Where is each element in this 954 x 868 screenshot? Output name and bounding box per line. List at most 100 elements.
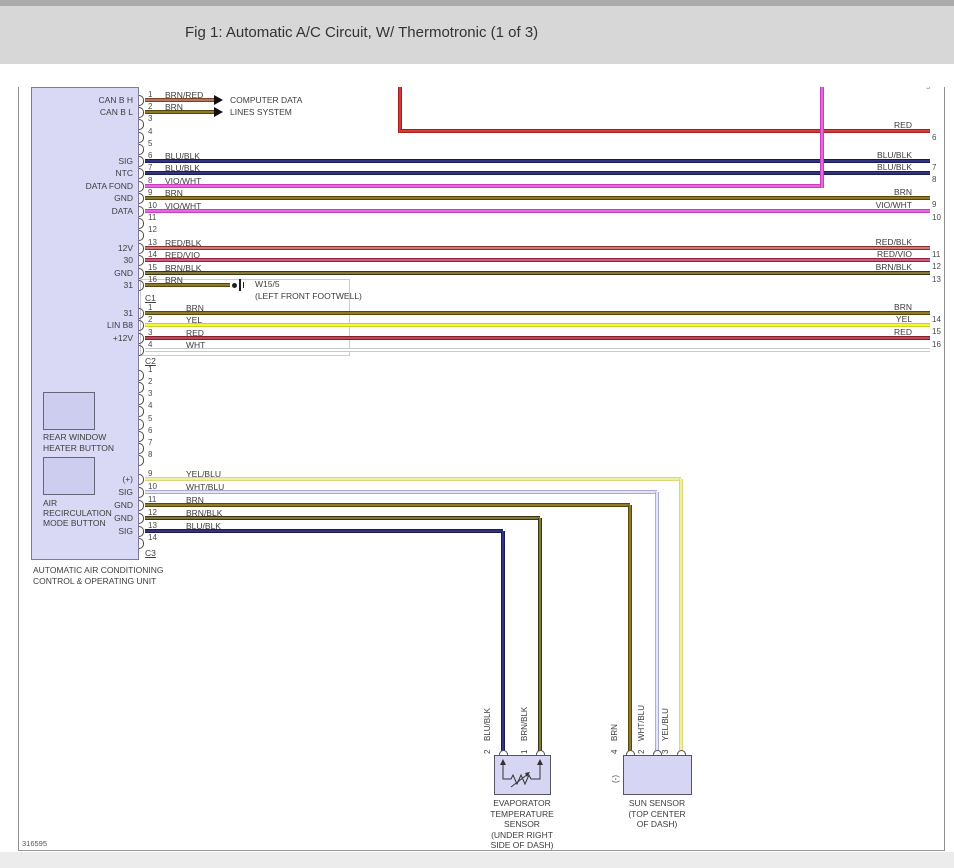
sensor-wire-label: BLU/BLK [483, 708, 492, 741]
evaporator-sensor-box [494, 755, 551, 795]
wire-c1-p8 [145, 184, 822, 188]
pin-number: 7 [148, 438, 152, 448]
wire-c2-p2 [145, 323, 930, 327]
sensor-caption-line: SENSOR [504, 819, 540, 830]
right-pin-number: 16 [932, 340, 941, 350]
connector-label-c1: C1 [145, 293, 156, 303]
rear-window-heater-button-label: REAR WINDOW [43, 432, 106, 442]
right-pin-number: 13 [932, 275, 941, 285]
sensor-wire-label: BRN/BLK [520, 707, 529, 741]
wire-c3-p12 [538, 518, 542, 757]
ground-symbol-bar [243, 282, 244, 288]
sensor-wire-label: WHT/BLU [637, 705, 646, 741]
wire-color-label-right: RED [894, 120, 912, 130]
wire-color-label: RED [186, 328, 204, 338]
pin-number: 10 [148, 201, 157, 211]
pin-number: 5 [148, 414, 152, 424]
wire-color-label-right: RED/BLK [876, 237, 912, 247]
sensor-caption-line: SIDE OF DASH) [491, 840, 554, 851]
pin-number: 14 [148, 533, 157, 543]
pin-signal-label: 31 [55, 280, 133, 290]
rear-window-heater-button-box [43, 392, 95, 430]
pin-signal-label: 30 [55, 255, 133, 265]
pin-number: 12 [148, 225, 157, 235]
wire-color-label-right: BLU/BLK [877, 150, 912, 160]
wire-color-label: BRN/RED [165, 90, 203, 100]
connector-label-c3: C3 [145, 548, 156, 558]
document-number: 316595 [22, 839, 47, 848]
wire-color-label: BRN [186, 303, 204, 313]
figure-title-bar: Fig 1: Automatic A/C Circuit, W/ Thermot… [0, 0, 954, 64]
pin-number: 12 [148, 508, 157, 518]
wire-color-label: BRN [165, 275, 183, 285]
figure-title: Fig 1: Automatic A/C Circuit, W/ Thermot… [185, 24, 538, 41]
sensor-pin-number: 2 [483, 750, 492, 754]
pin-signal-label: GND [55, 513, 133, 523]
pin-signal-label: NTC [55, 168, 133, 178]
sensor-wire-label: BRN [610, 724, 619, 741]
wire-color-label: YEL/BLU [186, 469, 221, 479]
wire-color-label: WHT/BLU [186, 482, 224, 492]
pin-number: 16 [148, 275, 157, 285]
diagram-frame [18, 87, 945, 851]
wire-c2-p1 [145, 311, 930, 315]
wire-c2-p4 [145, 348, 930, 352]
computer-data-note: LINES SYSTEM [230, 107, 292, 117]
sensor-pin-number: 3 [661, 750, 670, 754]
right-pin-number: 15 [932, 327, 941, 337]
pin-number: 8 [148, 176, 152, 186]
pin-signal-label: GND [55, 500, 133, 510]
wire-color-label: BLU/BLK [165, 151, 200, 161]
ground-symbol-dot [232, 283, 237, 288]
rear-window-heater-button-label: HEATER BUTTON [43, 443, 114, 453]
right-pin-number: 14 [932, 315, 941, 325]
pin-number: 1 [148, 90, 152, 100]
ground-symbol-bar [239, 279, 241, 291]
sensor-caption-line: SUN SENSOR [629, 798, 685, 809]
sensor-pin-number: 2 [637, 750, 646, 754]
wire-arrow [214, 107, 223, 117]
wire-arrow [214, 95, 223, 105]
wire-color-label: RED/VIO [165, 250, 200, 260]
wire-color-label-right: VIO/WHT [876, 200, 912, 210]
wire-color-label: BRN/BLK [186, 508, 222, 518]
wiring-diagram: REAR WINDOW HEATER BUTTON AIR RECIRCULAT… [18, 64, 945, 852]
wire-c1-p16 [145, 283, 230, 287]
wire-color-label-right: BRN/BLK [876, 262, 912, 272]
wire-feed-red [398, 87, 402, 133]
pin-number: 11 [148, 213, 156, 223]
wire-color-label-right: BRN [894, 302, 912, 312]
wire-color-label: BLU/BLK [165, 163, 200, 173]
control-unit-name: CONTROL & OPERATING UNIT [33, 576, 156, 586]
wire-color-label: YEL [186, 315, 202, 325]
thermistor-symbol [495, 756, 550, 794]
pin-number: 6 [148, 426, 152, 436]
wire-feed-red [400, 129, 930, 133]
wire-color-label-right: RED/VIO [877, 249, 912, 259]
sensor-caption-line: (UNDER RIGHT [491, 830, 553, 841]
pin-signal-label: CAN B L [55, 107, 133, 117]
pin-number: 13 [148, 521, 157, 531]
wire-c3-p10 [655, 492, 659, 757]
wire-c1-p13 [145, 246, 930, 250]
right-pin-number: 7 [932, 163, 936, 173]
right-pin-number: 11 [932, 250, 940, 260]
pin-signal-label: LIN B8 [55, 320, 133, 330]
pin-signal-label: (+) [55, 474, 133, 484]
right-pin-number: 10 [932, 213, 941, 223]
sensor-caption-line: TEMPERATURE [490, 809, 554, 820]
pin-number: 3 [148, 328, 152, 338]
wire-c3-p13 [501, 531, 505, 757]
page-bottom-strip [0, 852, 954, 868]
sensor-terminal-label: (-) [611, 775, 620, 783]
sensor-caption-line: OF DASH) [637, 819, 678, 830]
wire-c1-p7 [145, 171, 930, 175]
pin-number: 3 [148, 389, 152, 399]
pin-number: 4 [148, 401, 152, 411]
wire-c1-p14 [145, 258, 930, 262]
pin-number: 6 [148, 151, 152, 161]
pin-signal-label: GND [55, 193, 133, 203]
pin-signal-label: 31 [55, 308, 133, 318]
clipped-pin-number: 5 [926, 87, 934, 91]
ground-id: W15/5 [255, 279, 280, 289]
